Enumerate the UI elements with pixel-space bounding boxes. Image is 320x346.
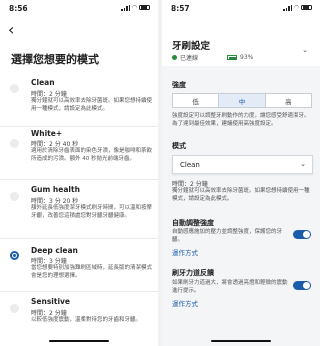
mode-dropdown[interactable]: Clean ⌄ [172,155,313,174]
pressure-feedback-desc: 如果刷牙力道過大，將會透過亮燈和輕微的震動進行提示。 [172,280,288,294]
chevron-down-icon: ⌄ [300,160,306,168]
pressure-feedback-link[interactable]: 運作方式 [172,298,198,308]
mode-option-clean[interactable]: Clean 時間：2 分鐘 獨分鐘就可以高效率去除牙菌斑。如果您想持續使用一種模… [0,72,158,127]
mode-dropdown-value: Clean [180,161,200,169]
page-title: 牙刷設定 [172,41,211,52]
status-bar: 8:57 ◠ [162,0,320,16]
battery-level: 93% [240,54,254,61]
brush-battery-icon [227,55,238,60]
auto-intensity-desc: 自動感應施加的壓力並調整強度，保護您的牙齦。 [172,229,283,243]
page-title: 選擇您想要的模式 [11,53,99,66]
mode-option-gum-health[interactable]: Gum health 時間：3 分 20 秒 額外延長低強度潔牙模式刷牙時間，可… [0,180,158,239]
mode-select-screen: 8:56 ◠ ‹ 選擇您想要的模式 Clean 時間：2 分鐘 獨分鐘就可以高效… [0,0,158,346]
pressure-feedback-toggle[interactable] [293,281,311,290]
mode-note: 獨分鐘就可以高效率去除牙菌斑。如果您想持續使用一種模式，請設定為此模式。 [172,188,310,202]
battery-icon [301,4,312,11]
connection-label: 已連線 [180,55,199,62]
mode-name: White+ [31,129,63,138]
back-button[interactable]: ‹ [8,22,14,38]
connected-dot-icon [172,55,177,60]
mode-desc: 以較低強度震動，溫柔對待您的牙齒和牙齦。 [31,317,142,323]
auto-intensity-title: 自動調整強度 [172,219,214,227]
intensity-low-button[interactable]: 低 [173,94,220,107]
mode-desc: 適用於清除牙齒表面的染色牙漬，像是咖啡和茶飲所造成的污漬。額外 40 秒拋光前端… [31,148,153,162]
auto-intensity-link[interactable]: 運作方式 [172,247,198,257]
mode-time: 時間：2 分鐘 [31,310,67,317]
mode-option-sensitive[interactable]: Sensitive 時間：2 分鐘 以較低強度震動，溫柔對待您的牙齒和牙齦。 [0,292,158,346]
wifi-icon: ◠ [294,4,299,11]
mode-desc: 當您想要特別加強難刷區域時，延長版的清潔模式會是您的理想選擇。 [31,265,153,279]
intensity-high-button[interactable]: 高 [266,94,311,107]
intensity-selector: 低 中 高 [172,93,312,108]
mode-name: Clean [31,78,55,87]
signal-icon [283,4,293,11]
status-time: 8:56 [9,4,28,13]
wifi-icon: ◠ [132,4,137,11]
radio-deep-clean[interactable] [10,251,19,260]
chevron-left-icon: ‹ [8,20,15,39]
mode-time: 時間：2 分 40 秒 [31,141,79,148]
mode-name: Sensitive [31,297,70,306]
mode-time: 時間：2 分鐘 [31,91,67,98]
mode-name: Deep clean [31,246,78,255]
intensity-note: 強度設定可以調整牙刷動作的力度，讓您感受舒適潔牙。為了達到最佳效果，建議使用高強… [172,113,310,127]
radio-sensitive[interactable] [10,304,19,313]
mode-time: 時間：3 分鐘 [31,258,67,265]
mode-desc: 額外延長低強度潔牙模式刷牙時間，可以溫和按摩牙齦，改善您這積處您對牙齦牙齦健康。 [31,205,153,219]
status-icons: ◠ [283,4,312,11]
connection-status: 已連線 93% [172,53,253,62]
mode-label: 模式 [172,142,186,150]
radio-gum-health[interactable] [10,192,19,201]
radio-white-plus[interactable] [10,139,19,148]
status-bar: 8:56 ◠ [0,0,158,16]
radio-clean[interactable] [10,84,19,93]
signal-icon [121,4,131,11]
mode-desc: 獨分鐘就可以高效率去除牙菌斑。如果您想持續使用一種模式，請設定為此模式。 [31,98,153,112]
status-time: 8:57 [171,4,190,13]
collapse-button[interactable]: ⌄ [302,46,308,54]
status-icons: ◠ [121,4,150,11]
mode-option-deep-clean[interactable]: Deep clean 時間：3 分鐘 當您想要特別加強難刷區域時，延長版的清潔模… [0,239,158,292]
chevron-down-icon: ⌄ [302,46,308,54]
mode-time: 時間：2 分鐘 [172,181,208,188]
pressure-feedback-title: 刷牙力道反饋 [172,269,214,277]
battery-icon [139,4,150,11]
brush-settings-screen: 8:57 ◠ 牙刷設定 ⌄ 已連線 93% 強度 低 中 高 強度設定可以調整牙… [162,0,320,346]
auto-intensity-toggle[interactable] [293,230,311,239]
mode-name: Gum health [31,185,80,194]
mode-time: 時間：3 分 20 秒 [31,198,79,205]
mode-option-white-plus[interactable]: White+ 時間：2 分 40 秒 適用於清除牙齒表面的染色牙漬，像是咖啡和茶… [0,127,158,180]
intensity-medium-button[interactable]: 中 [219,94,266,107]
intensity-label: 強度 [172,81,186,89]
home-indicator [49,339,109,342]
home-indicator [211,339,271,342]
